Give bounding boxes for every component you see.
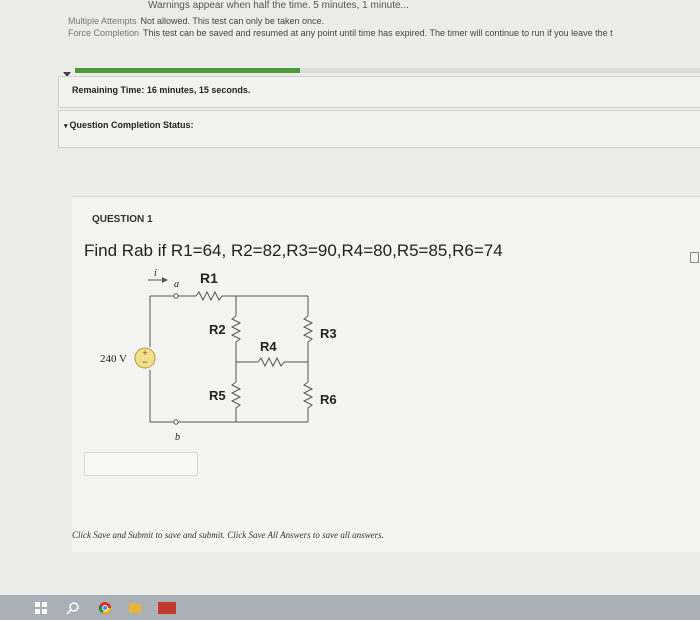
source-label: 240 V xyxy=(100,353,127,365)
resistor-r2 xyxy=(230,315,242,343)
r4-label: R4 xyxy=(260,339,277,354)
app-icon[interactable] xyxy=(158,601,176,615)
save-instructions: Click Save and Submit to save and submit… xyxy=(72,530,384,540)
windows-start-icon[interactable] xyxy=(34,601,48,615)
resistor-r6 xyxy=(302,381,314,409)
file-explorer-icon[interactable] xyxy=(128,601,142,615)
r6-label: R6 xyxy=(320,392,337,407)
circuit-diagram: + − i a b R1 R2 R3 R4 R5 R6 240 V xyxy=(100,268,337,443)
r3-label: R3 xyxy=(320,326,337,341)
node-a-label: a xyxy=(174,279,179,290)
r2-label: R2 xyxy=(209,322,226,337)
node-b-label: b xyxy=(175,432,180,443)
chrome-icon[interactable] xyxy=(98,601,112,615)
r1-label: R1 xyxy=(200,270,218,286)
resistor-r5 xyxy=(230,381,242,409)
current-arrow-icon xyxy=(162,277,168,283)
resistor-r4 xyxy=(257,356,285,368)
answer-input[interactable] xyxy=(84,452,198,476)
search-icon[interactable] xyxy=(66,601,80,615)
current-label: i xyxy=(154,268,157,279)
resistor-r3 xyxy=(302,315,314,343)
r5-label: R5 xyxy=(209,388,226,403)
resistor-r1 xyxy=(195,290,223,302)
browser-page: Warnings appear when half the time. 5 mi… xyxy=(0,0,700,595)
svg-text:−: − xyxy=(142,357,147,367)
